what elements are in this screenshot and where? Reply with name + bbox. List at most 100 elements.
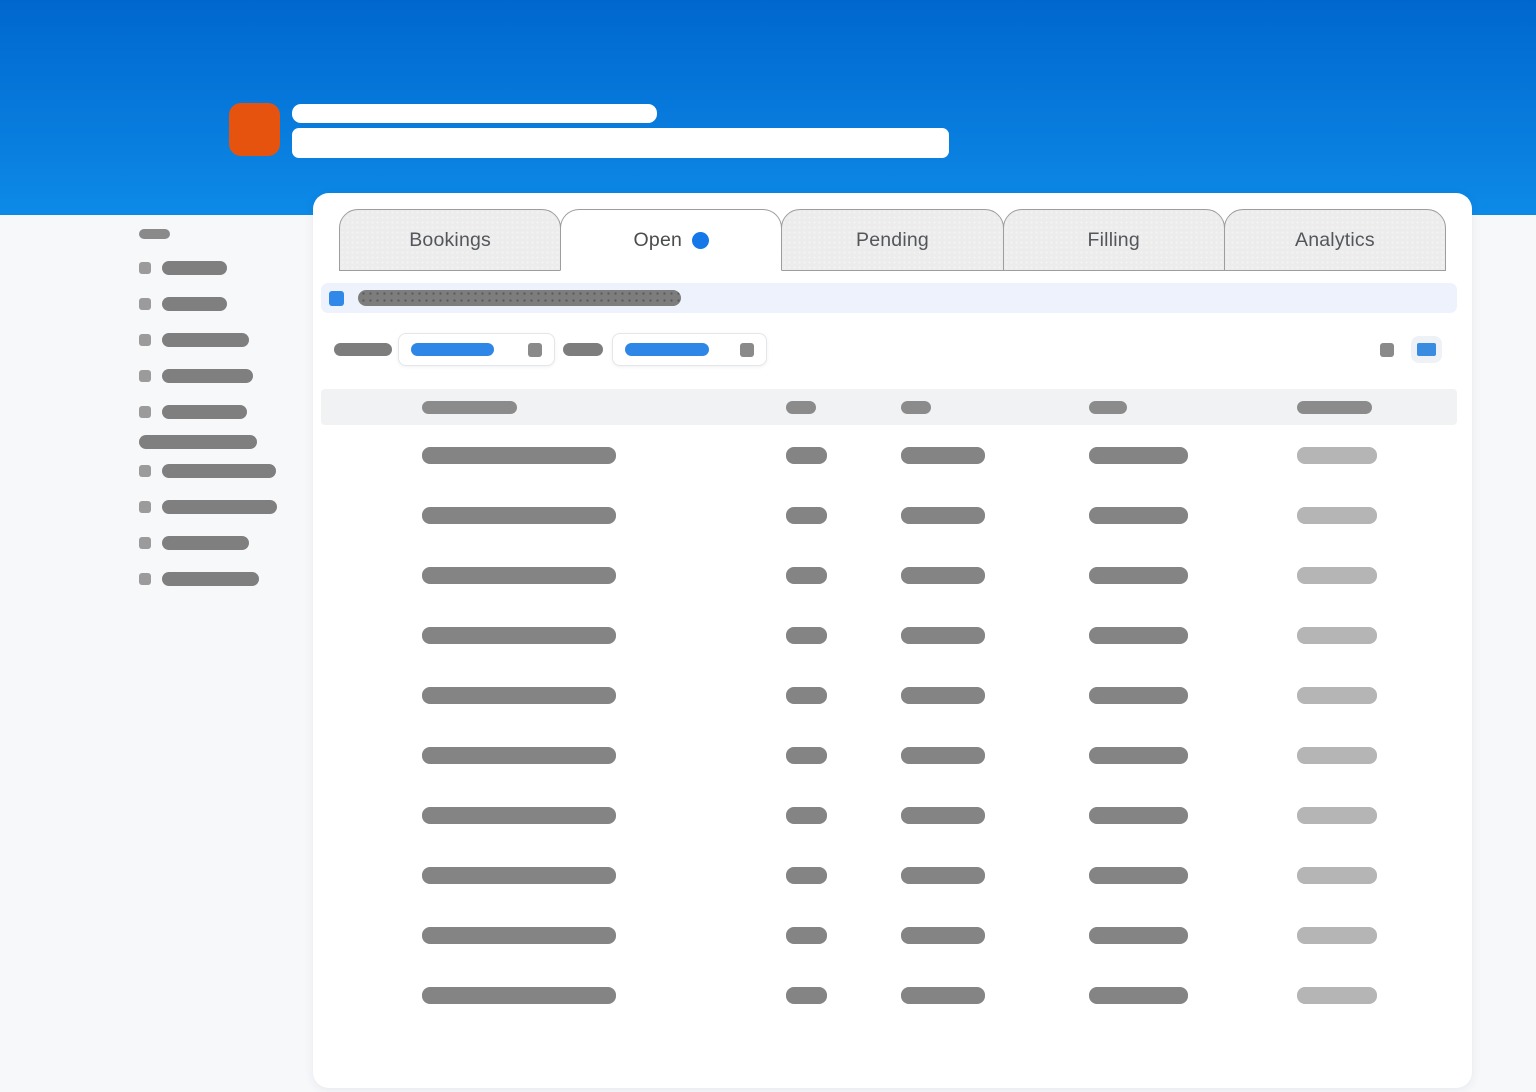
main-card: Bookings Open PendingFillingAnalytics [313,193,1472,1088]
table-cell [1297,447,1457,464]
table-cell [321,807,786,824]
sidebar-item[interactable] [139,297,309,311]
sidebar-item[interactable] [139,261,309,275]
table-cell [321,567,786,584]
cell-text-placeholder [786,627,827,644]
cell-text-placeholder [1297,567,1377,584]
cell-text-placeholder [786,567,827,584]
table-cell [1297,867,1457,884]
filter-dropdown[interactable] [398,333,555,366]
table-row[interactable] [321,965,1457,1025]
cell-text-placeholder [1297,447,1377,464]
tab-open[interactable]: Open [560,209,782,271]
cell-text-placeholder [901,807,985,824]
cell-text-placeholder [1089,867,1188,884]
search-input[interactable] [292,128,949,158]
cell-text-placeholder [1297,867,1377,884]
list-view-icon[interactable] [1380,343,1394,357]
table-cell [1297,927,1457,944]
sidebar-item[interactable] [139,405,309,419]
cell-text-placeholder [422,867,616,884]
sidebar-item[interactable] [139,536,309,550]
table-row[interactable] [321,545,1457,605]
table-cell [786,747,901,764]
table-cell [321,867,786,884]
view-toggles [1380,333,1442,366]
tab-analytics[interactable]: Analytics [1224,209,1446,271]
cell-text-placeholder [901,927,985,944]
tab-filling[interactable]: Filling [1003,209,1225,271]
table-cell [1089,567,1297,584]
table-row[interactable] [321,785,1457,845]
table-cell [786,807,901,824]
header-cell [901,401,1089,414]
cell-text-placeholder [422,807,616,824]
table-cell [901,687,1089,704]
cell-text-placeholder [901,567,985,584]
cell-text-placeholder [422,687,616,704]
table-row[interactable] [321,425,1457,485]
table-cell [1297,627,1457,644]
sidebar-item[interactable] [139,333,309,347]
cell-text-placeholder [422,927,616,944]
table-row[interactable] [321,665,1457,725]
table-cell [1297,567,1457,584]
sidebar-item[interactable] [139,464,309,478]
cell-text-placeholder [1297,747,1377,764]
table-cell [1297,987,1457,1004]
table-cell [1297,807,1457,824]
cell-text-placeholder [422,507,616,524]
cell-text-placeholder [786,447,827,464]
table-row[interactable] [321,905,1457,965]
cell-text-placeholder [901,447,985,464]
sidebar-item-icon [139,370,151,382]
cell-text-placeholder [1297,987,1377,1004]
cell-text-placeholder [1089,627,1188,644]
cell-text-placeholder [1089,987,1188,1004]
header-cell [786,401,901,414]
sidebar-item-icon [139,573,151,585]
filter-label-placeholder [334,343,392,356]
table-cell [901,987,1089,1004]
cell-text-placeholder [1089,687,1188,704]
table-cell [1089,987,1297,1004]
cell-text-placeholder [901,627,985,644]
tab-pending[interactable]: Pending [781,209,1003,271]
table-cell [1297,687,1457,704]
table-row[interactable] [321,485,1457,545]
column-header-placeholder [1297,401,1372,414]
dropdown-caret-icon [740,343,754,357]
cell-text-placeholder [1297,927,1377,944]
header-cell [1297,401,1457,414]
table-cell [1297,747,1457,764]
sidebar-item[interactable] [139,500,309,514]
cell-text-placeholder [422,447,616,464]
cell-text-placeholder [901,507,985,524]
table-cell [901,927,1089,944]
table-cell [786,987,901,1004]
app-logo [229,103,280,156]
tab-label: Bookings [409,229,491,252]
table-cell [1089,867,1297,884]
app-header [0,0,1536,215]
cell-text-placeholder [786,807,827,824]
column-header-placeholder [901,401,931,414]
filter-dropdown[interactable] [612,333,767,366]
tab-bookings[interactable]: Bookings [339,209,561,271]
table-cell [1089,507,1297,524]
table-row[interactable] [321,845,1457,905]
notice-text-placeholder [358,290,681,306]
table-cell [321,687,786,704]
grid-view-button[interactable] [1411,336,1442,363]
header-cell [321,401,786,414]
sidebar-item[interactable] [139,369,309,383]
sidebar-item-icon [139,262,151,274]
table-cell [1089,447,1297,464]
table-body [321,425,1457,1025]
table-row[interactable] [321,605,1457,665]
tab-label: Open [634,229,683,252]
sidebar-mini-label-placeholder [139,229,170,239]
table-cell [321,507,786,524]
table-row[interactable] [321,725,1457,785]
sidebar-item[interactable] [139,572,309,586]
